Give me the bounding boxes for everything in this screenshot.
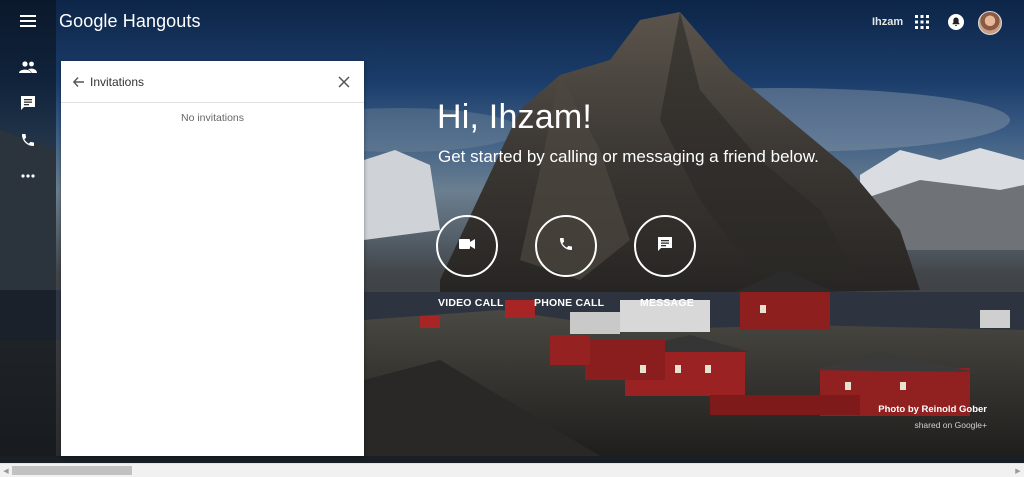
horizontal-scrollbar[interactable]: ◀ ▶ bbox=[0, 463, 1024, 477]
scroll-left-arrow-icon[interactable]: ◀ bbox=[0, 464, 12, 477]
more-icon[interactable] bbox=[16, 164, 40, 188]
photo-credit-source: shared on Google+ bbox=[914, 420, 987, 430]
apps-grid-icon[interactable] bbox=[910, 10, 934, 34]
phone-call-button[interactable] bbox=[535, 215, 597, 277]
message-label[interactable]: MESSAGE bbox=[640, 297, 694, 309]
message-icon bbox=[657, 236, 673, 257]
phone-icon[interactable] bbox=[16, 128, 40, 152]
message-button[interactable] bbox=[634, 215, 696, 277]
panel-header: Invitations bbox=[61, 61, 364, 103]
chat-icon[interactable] bbox=[16, 91, 40, 115]
user-name[interactable]: Ihzam bbox=[872, 16, 903, 28]
video-call-label[interactable]: VIDEO CALL bbox=[438, 297, 504, 309]
left-navigation-rail bbox=[0, 0, 56, 456]
photo-credit[interactable]: Photo by Reinold Gober bbox=[878, 404, 987, 415]
scrollbar-thumb[interactable] bbox=[12, 466, 132, 475]
greeting-subline: Get started by calling or messaging a fr… bbox=[438, 147, 819, 166]
back-arrow-icon[interactable] bbox=[69, 73, 87, 91]
menu-icon[interactable] bbox=[16, 9, 40, 33]
invitations-panel: Invitations No invitations bbox=[61, 61, 364, 456]
close-icon[interactable] bbox=[334, 72, 354, 92]
contacts-icon[interactable] bbox=[16, 55, 40, 79]
avatar[interactable] bbox=[978, 11, 1002, 35]
video-call-button[interactable] bbox=[436, 215, 498, 277]
greeting-heading: Hi, Ihzam! bbox=[437, 98, 593, 136]
notifications-icon[interactable] bbox=[944, 10, 968, 34]
scroll-right-arrow-icon[interactable]: ▶ bbox=[1012, 464, 1024, 477]
phone-icon bbox=[558, 236, 574, 257]
empty-state-text: No invitations bbox=[180, 112, 245, 124]
app-title: Google Hangouts bbox=[59, 11, 201, 31]
phone-call-label[interactable]: PHONE CALL bbox=[534, 297, 604, 309]
videocam-icon bbox=[459, 237, 475, 255]
panel-title: Invitations bbox=[90, 75, 145, 89]
